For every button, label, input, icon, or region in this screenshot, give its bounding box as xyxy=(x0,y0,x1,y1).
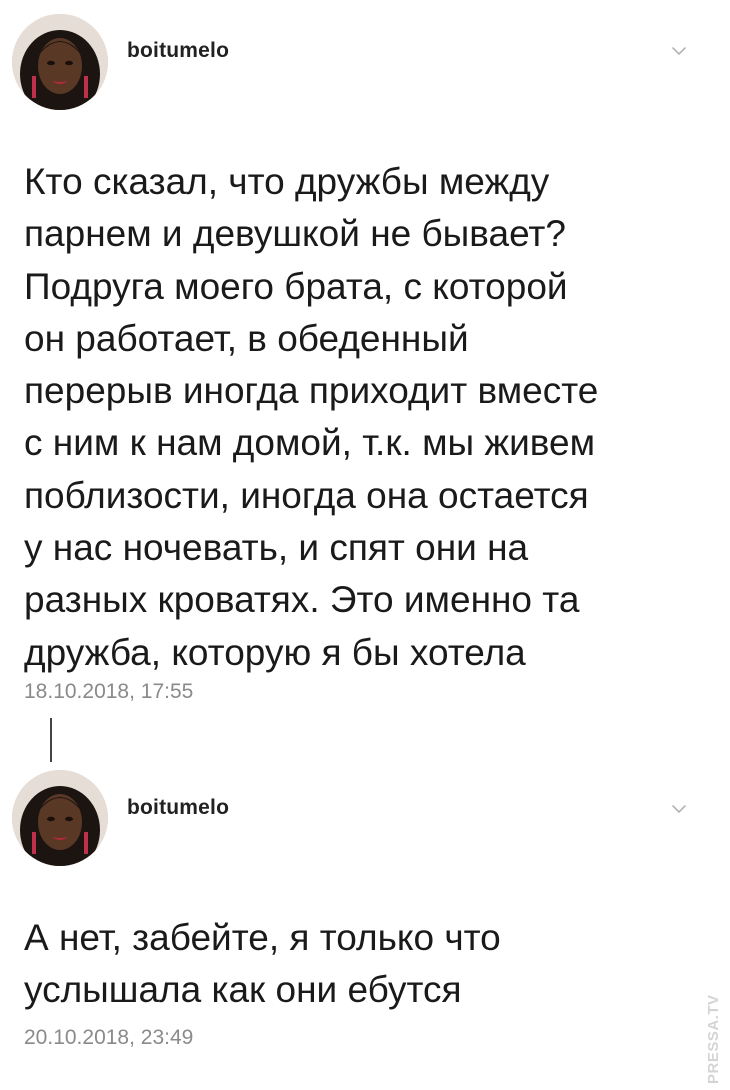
post-1: boitumelo Кто сказал, что дружбы между п… xyxy=(0,0,730,720)
chevron-down-icon[interactable] xyxy=(670,800,688,818)
timestamp[interactable]: 18.10.2018, 17:55 xyxy=(24,680,193,704)
profile-photo-icon xyxy=(12,770,108,866)
post-text: А нет, забейте, я только что услышала ка… xyxy=(24,917,501,1011)
profile-photo-icon xyxy=(12,14,108,110)
timestamp[interactable]: 20.10.2018, 23:49 xyxy=(24,1026,193,1050)
watermark: PRESSA.TV xyxy=(705,994,722,1084)
avatar[interactable] xyxy=(12,770,108,866)
post-text: Кто сказал, что дружбы между парнем и де… xyxy=(24,161,599,673)
username[interactable]: boitumelo xyxy=(127,39,229,63)
avatar[interactable] xyxy=(12,14,108,110)
svg-text:PRESSA.TV: PRESSA.TV xyxy=(705,994,722,1084)
chevron-down-icon[interactable] xyxy=(670,42,688,60)
username[interactable]: boitumelo xyxy=(127,796,229,820)
post-2: boitumelo А нет, забейте, я только что у… xyxy=(0,748,730,1090)
